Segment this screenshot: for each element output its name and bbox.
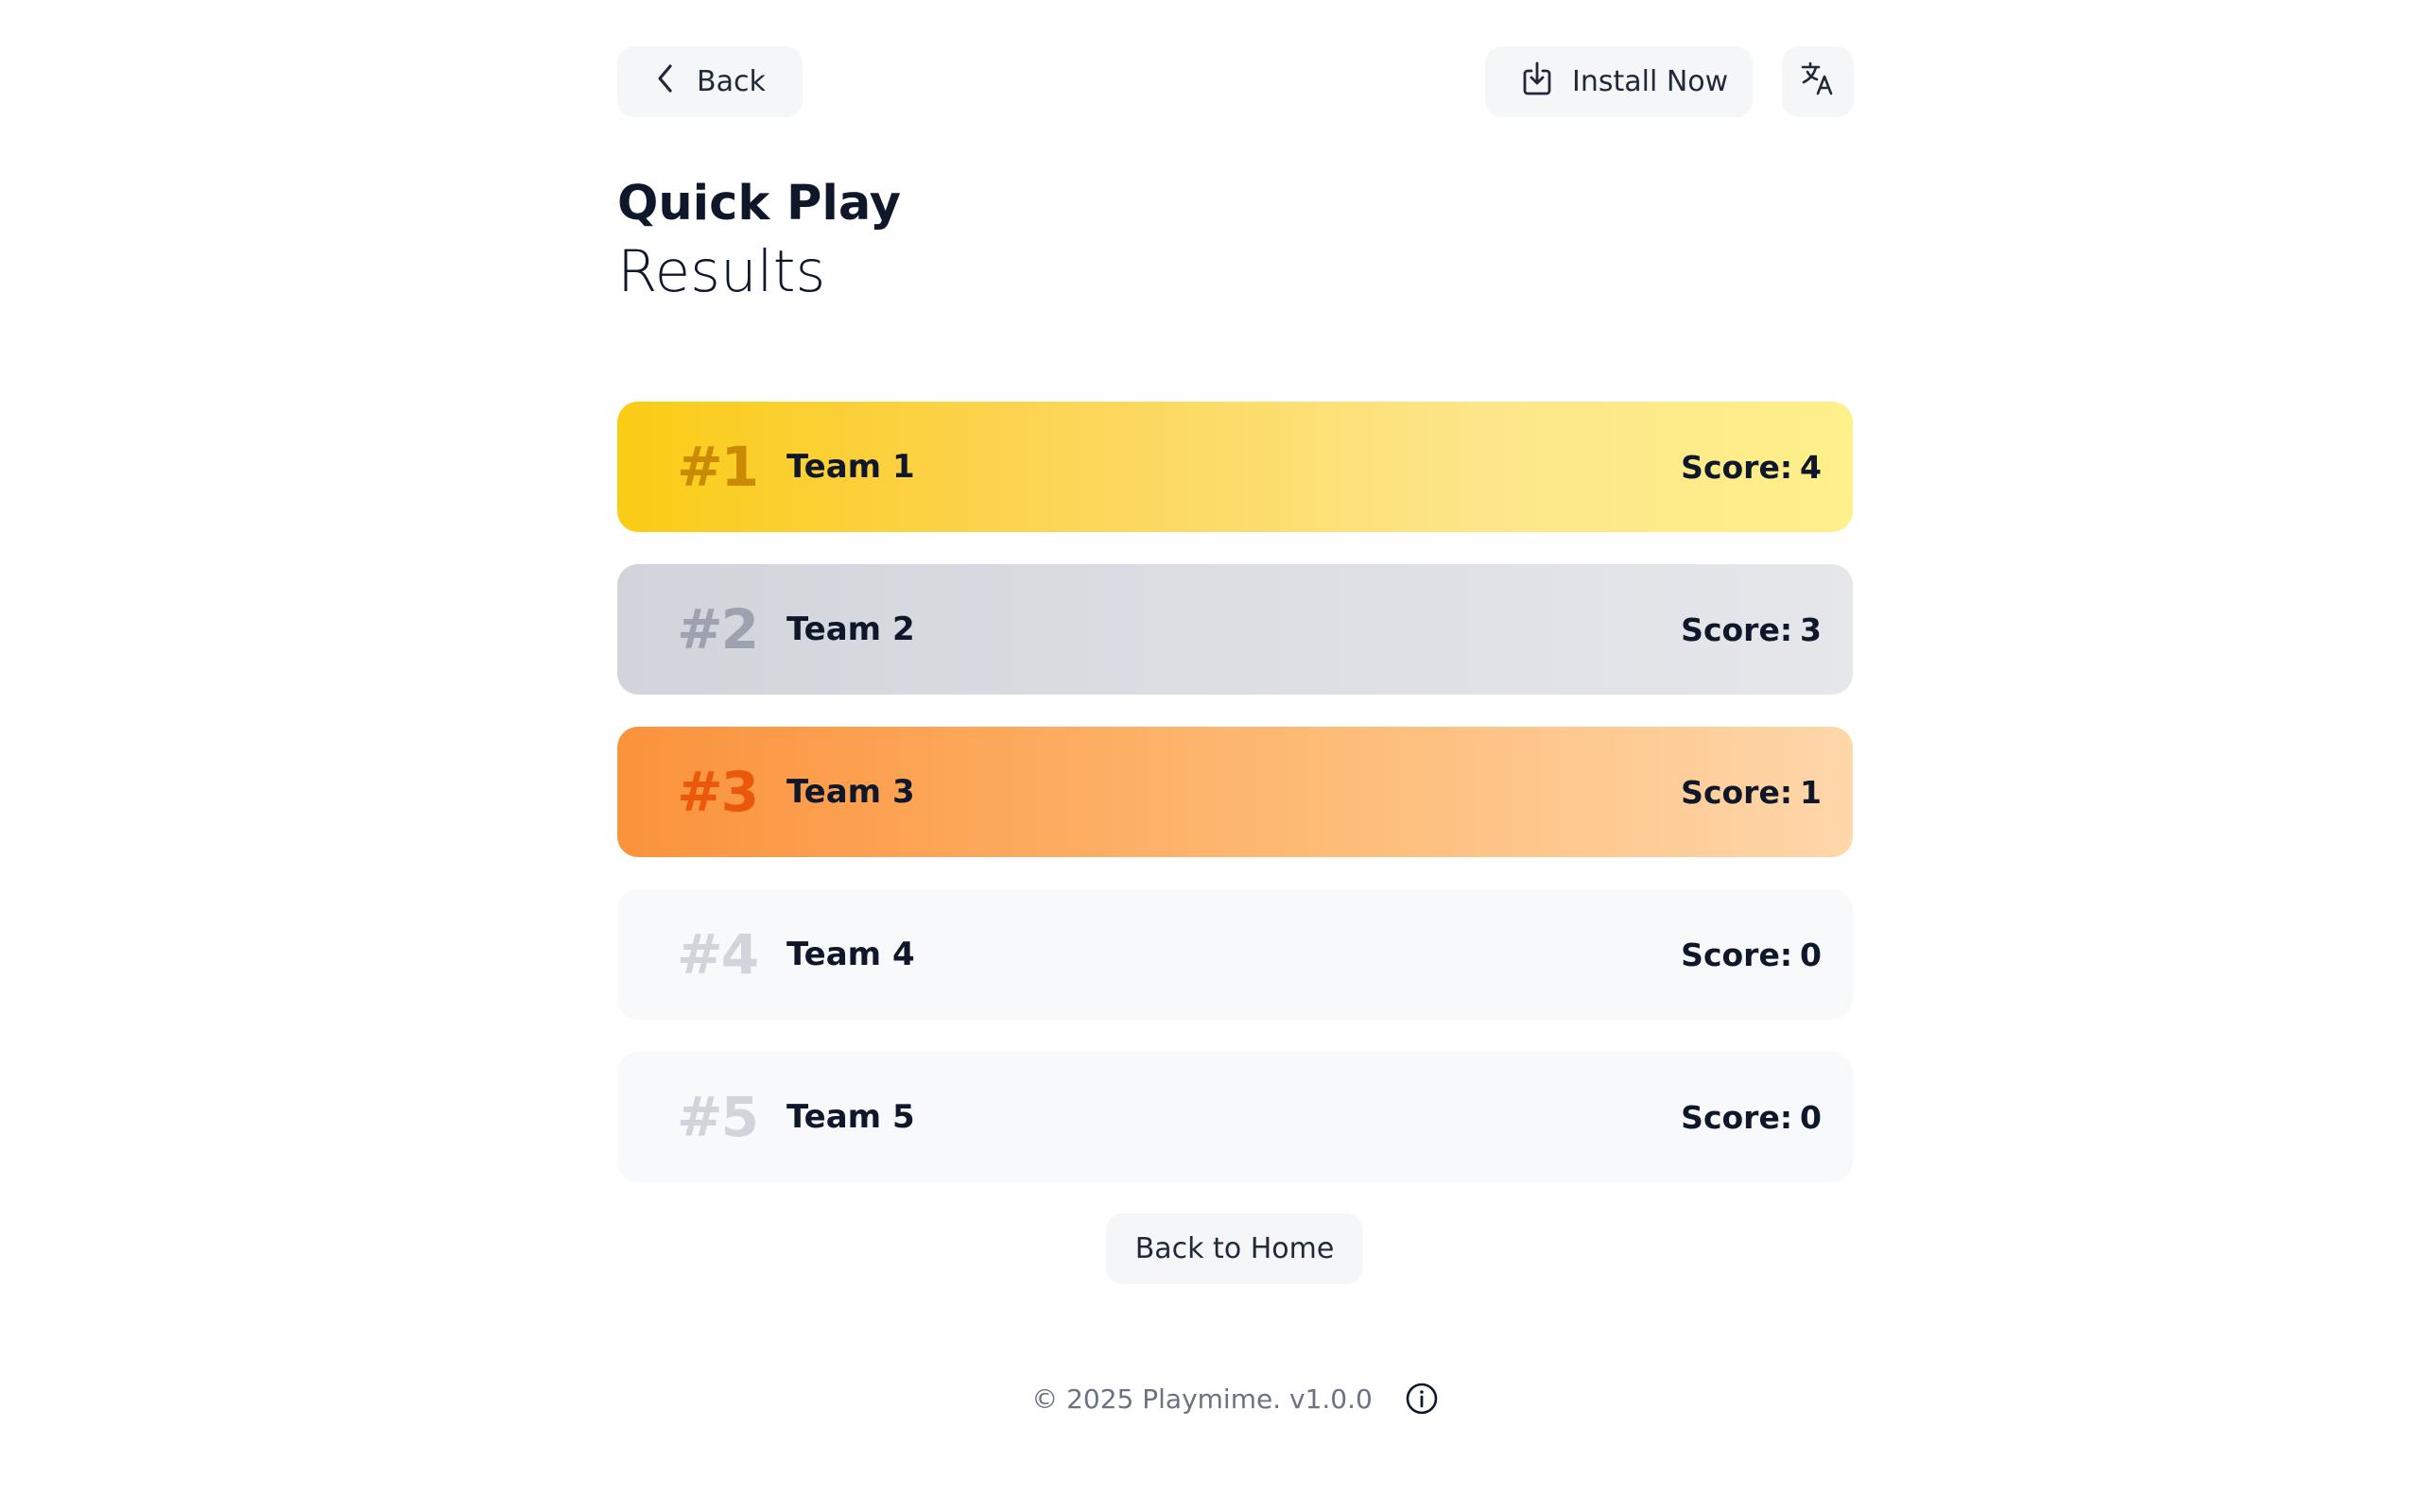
- rank-label: #4: [677, 922, 759, 987]
- download-icon: [1521, 60, 1553, 104]
- team-score: Score: 3: [1681, 611, 1822, 648]
- back-to-home-label: Back to Home: [1134, 1232, 1335, 1265]
- score-label: Score:: [1681, 448, 1793, 486]
- install-now-label: Install Now: [1572, 65, 1729, 98]
- score-value: 0: [1800, 936, 1822, 973]
- result-row-2: #2 Team 2 Score: 3: [617, 564, 1853, 695]
- back-to-home-button[interactable]: Back to Home: [1106, 1213, 1363, 1284]
- rank-label: #1: [677, 435, 759, 499]
- back-button-label: Back: [697, 65, 766, 98]
- footer: © 2025 Playmime. v1.0.0: [617, 1382, 1853, 1416]
- team-score: Score: 0: [1681, 1099, 1822, 1136]
- chevron-left-icon: [655, 62, 676, 102]
- team-score: Score: 0: [1681, 936, 1822, 973]
- team-name: Team 4: [786, 936, 915, 973]
- install-now-button[interactable]: Install Now: [1485, 46, 1753, 117]
- rank-label: #5: [677, 1085, 759, 1149]
- result-row-5: #5 Team 5 Score: 0: [617, 1052, 1853, 1182]
- score-label: Score:: [1681, 610, 1793, 648]
- language-button[interactable]: [1782, 46, 1854, 117]
- score-label: Score:: [1681, 1098, 1793, 1136]
- rank-label: #2: [677, 597, 759, 662]
- team-name: Team 2: [786, 610, 915, 648]
- results-page: Back Install Now Quick Play Results #1 T…: [617, 0, 1854, 1512]
- back-button[interactable]: Back: [617, 46, 803, 117]
- team-name: Team 1: [786, 448, 915, 486]
- team-score: Score: 4: [1681, 449, 1822, 486]
- page-title: Quick Play: [617, 176, 901, 232]
- info-icon[interactable]: [1405, 1382, 1439, 1416]
- score-value: 0: [1800, 1098, 1822, 1136]
- team-name: Team 5: [786, 1098, 915, 1136]
- score-value: 4: [1800, 448, 1822, 486]
- score-label: Score:: [1681, 773, 1793, 811]
- team-score: Score: 1: [1681, 774, 1822, 811]
- score-value: 3: [1800, 610, 1822, 648]
- team-name: Team 3: [786, 773, 915, 811]
- translate-icon: [1800, 60, 1836, 104]
- result-row-3: #3 Team 3 Score: 1: [617, 727, 1853, 857]
- result-row-1: #1 Team 1 Score: 4: [617, 402, 1853, 532]
- score-label: Score:: [1681, 936, 1793, 973]
- page-subtitle: Results: [617, 238, 826, 305]
- copyright-text: © 2025 Playmime. v1.0.0: [1031, 1383, 1373, 1415]
- result-row-4: #4 Team 4 Score: 0: [617, 889, 1853, 1020]
- rank-label: #3: [677, 760, 759, 824]
- score-value: 1: [1800, 773, 1822, 811]
